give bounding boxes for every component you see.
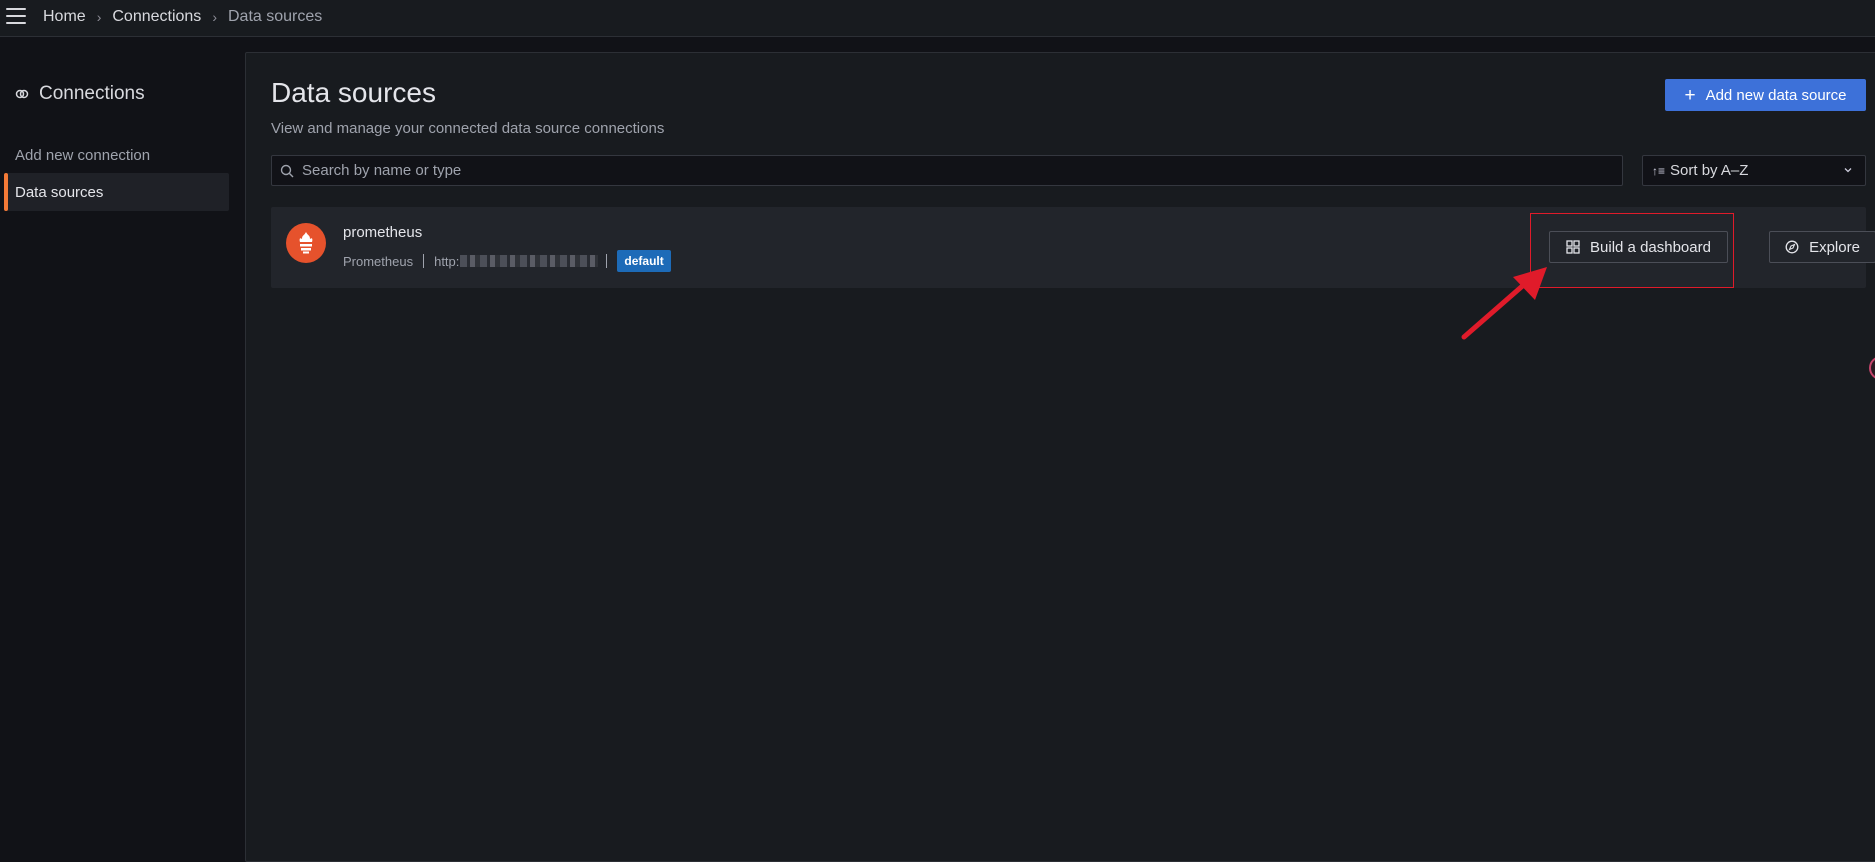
compass-icon: [1785, 240, 1799, 254]
sort-icon: ↑≡: [1652, 163, 1666, 178]
data-source-url: http:: [434, 253, 460, 269]
redacted-url: [460, 255, 599, 267]
hamburger-icon[interactable]: [6, 8, 26, 24]
sort-label: Sort by A–Z: [1670, 162, 1749, 179]
breadcrumb-data-sources: Data sources: [227, 8, 323, 25]
explore-label: Explore: [1809, 238, 1860, 256]
sort-select[interactable]: ↑≡ Sort by A–Z: [1642, 155, 1866, 186]
plus-icon: +: [1684, 84, 1696, 106]
search-icon: [280, 164, 294, 177]
search-input[interactable]: [300, 161, 1600, 180]
breadcrumb-separator-icon: ›: [212, 9, 217, 25]
sidebar-item-add-new-connection[interactable]: Add new connection: [4, 136, 229, 174]
meta-divider: [606, 254, 608, 268]
page-subtitle: View and manage your connected data sour…: [271, 120, 665, 137]
breadcrumb-home[interactable]: Home: [43, 8, 86, 26]
explore-button[interactable]: Explore: [1769, 231, 1875, 263]
sidebar: Connections Add new connection Data sour…: [0, 37, 245, 850]
sidebar-item-label: Data sources: [15, 183, 104, 201]
sidebar-title: Connections: [15, 83, 145, 105]
annotation-arrow-icon: [1461, 267, 1547, 340]
sidebar-item-label: Add new connection: [15, 146, 151, 164]
data-source-meta: Prometheus http: default: [343, 250, 671, 272]
add-new-data-source-button[interactable]: + Add new data source: [1665, 79, 1866, 111]
sidebar-title-text: Connections: [39, 83, 145, 104]
main-panel: Data sources View and manage your connec…: [245, 52, 1875, 862]
add-new-data-source-label: Add new data source: [1705, 86, 1847, 104]
search-field: [271, 155, 1623, 186]
default-badge: default: [617, 250, 671, 272]
breadcrumb: Home › Connections › Data sources: [43, 8, 322, 26]
meta-divider: [423, 254, 425, 268]
data-source-name[interactable]: prometheus: [343, 224, 422, 241]
highlight-box: [1530, 213, 1734, 288]
chevron-down-icon: [1844, 168, 1852, 173]
breadcrumb-connections[interactable]: Connections: [112, 8, 201, 26]
prometheus-logo-icon: [286, 223, 326, 263]
sidebar-item-data-sources[interactable]: Data sources: [4, 173, 229, 211]
data-source-type: Prometheus: [343, 253, 414, 269]
connections-icon: [15, 89, 29, 99]
page-title: Data sources: [271, 77, 436, 108]
breadcrumb-separator-icon: ›: [96, 9, 102, 25]
top-navigation-bar: Home › Connections › Data sources: [0, 0, 1875, 37]
